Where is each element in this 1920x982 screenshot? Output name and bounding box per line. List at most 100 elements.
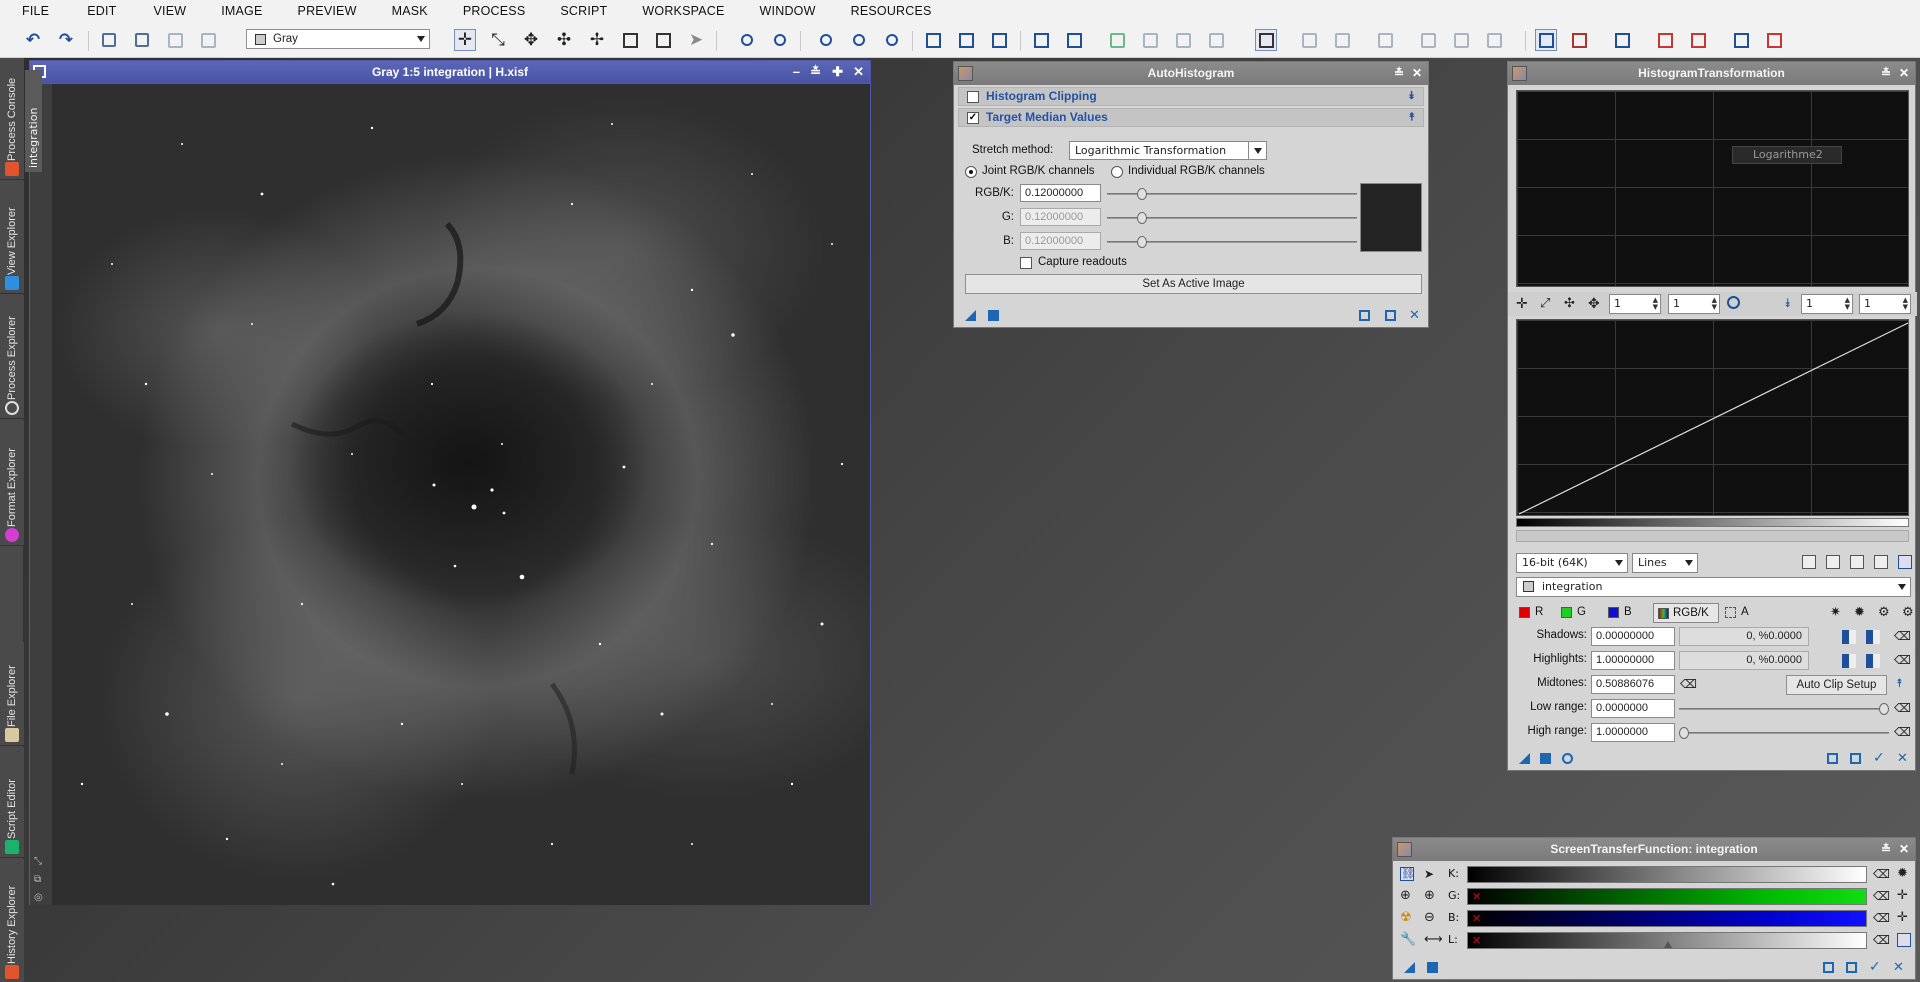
g-channel-bar[interactable]: ✕ bbox=[1467, 888, 1867, 905]
tab-format-explorer[interactable]: Format Explorer bbox=[0, 420, 24, 546]
new-instance-icon[interactable] bbox=[1519, 753, 1530, 764]
transfer-slider-track[interactable] bbox=[1516, 530, 1909, 542]
preview-f-icon[interactable] bbox=[1483, 29, 1505, 51]
display-icon[interactable] bbox=[1897, 933, 1911, 947]
tab-process-explorer[interactable]: Process Explorer bbox=[0, 295, 24, 419]
image-tab-integration[interactable]: integration bbox=[25, 70, 42, 172]
apply-icon[interactable]: ✓ bbox=[1869, 960, 1881, 974]
autohistogram-titlebar[interactable]: AutoHistogram ≛ ✕ bbox=[954, 62, 1428, 85]
low-range-slider[interactable] bbox=[1679, 703, 1889, 715]
k-reset-icon[interactable]: ⌫ bbox=[1873, 867, 1890, 881]
zoom-y2-input[interactable]: 1 ▲ ▼ bbox=[1859, 294, 1911, 314]
apply-icon[interactable]: ✓ bbox=[1873, 751, 1885, 765]
wrench-icon[interactable]: 🔧 bbox=[1400, 933, 1416, 947]
b-marker-icon[interactable]: ✕ bbox=[1472, 912, 1481, 925]
g-slider[interactable] bbox=[1107, 212, 1357, 224]
minimize-icon[interactable]: – bbox=[793, 61, 800, 83]
channel-a[interactable]: A bbox=[1741, 606, 1749, 618]
tab-script-editor[interactable]: Script Editor bbox=[0, 747, 24, 858]
menu-window[interactable]: WINDOW bbox=[736, 4, 827, 18]
menu-view[interactable]: VIEW bbox=[127, 4, 197, 18]
apply-global-icon[interactable] bbox=[1427, 962, 1438, 973]
window-icon[interactable] bbox=[988, 29, 1010, 51]
g-settings-icon[interactable]: ✛ bbox=[1897, 889, 1911, 903]
shade-icon[interactable]: ≛ bbox=[1881, 62, 1891, 85]
midtones-input[interactable]: 0.50886076 bbox=[1591, 675, 1675, 694]
k-settings-icon[interactable]: ✹ bbox=[1897, 867, 1911, 881]
channel-b[interactable]: B bbox=[1624, 606, 1632, 618]
shadows-reset-icon[interactable]: ⌫ bbox=[1894, 629, 1911, 643]
preview-e-icon[interactable] bbox=[1450, 29, 1472, 51]
clipping-checkbox[interactable] bbox=[967, 91, 979, 103]
channel-rgbk[interactable]: RGB/K bbox=[1653, 603, 1719, 623]
highlights-clip-icon[interactable] bbox=[1842, 654, 1856, 668]
zoom-in-icon[interactable]: ⊕ bbox=[1400, 889, 1414, 903]
l-marker-icon[interactable]: ✕ bbox=[1472, 934, 1481, 947]
fit-icon[interactable]: ✢ bbox=[586, 29, 608, 51]
shadows-input[interactable]: 0.00000000 bbox=[1591, 627, 1675, 646]
auto-clip-icon[interactable]: ⯭ bbox=[1896, 676, 1910, 690]
move-icon[interactable]: ✥ bbox=[1588, 297, 1602, 311]
auto-clip-setup-button[interactable]: Auto Clip Setup bbox=[1786, 675, 1887, 695]
open-icon[interactable] bbox=[131, 29, 153, 51]
document-icon[interactable] bbox=[1385, 310, 1396, 321]
display-red-icon[interactable] bbox=[1654, 29, 1676, 51]
g-marker-icon[interactable]: ✕ bbox=[1472, 890, 1481, 903]
tab-file-explorer[interactable]: File Explorer bbox=[0, 642, 24, 746]
star-icon[interactable]: ✷ bbox=[1830, 606, 1844, 620]
menu-file[interactable]: FILE bbox=[0, 4, 60, 18]
fit-window-icon[interactable] bbox=[955, 29, 977, 51]
collapse-icon[interactable]: ⯭ bbox=[1408, 109, 1415, 126]
preview-d-icon[interactable] bbox=[1417, 29, 1439, 51]
apply-global-icon[interactable] bbox=[1540, 753, 1551, 764]
close-icon[interactable]: ✕ bbox=[853, 61, 864, 83]
section-histogram-clipping[interactable]: Histogram Clipping ⯯ bbox=[958, 87, 1424, 106]
plot-curve-icon[interactable] bbox=[1874, 555, 1888, 569]
midtones-gradient[interactable] bbox=[1516, 518, 1909, 527]
b-slider[interactable] bbox=[1107, 236, 1357, 248]
reset-icon[interactable] bbox=[1823, 962, 1834, 973]
resolution-select[interactable]: 16-bit (64K) bbox=[1516, 553, 1628, 573]
maximize-icon[interactable]: ✚ bbox=[832, 61, 843, 83]
input-histogram-plot[interactable]: Logarithme2 bbox=[1516, 90, 1909, 287]
zoom-1-1-icon[interactable] bbox=[848, 29, 870, 51]
b-channel-bar[interactable]: ✕ bbox=[1467, 910, 1867, 927]
section-target-median[interactable]: ✓ Target Median Values ⯭ bbox=[958, 108, 1424, 127]
expand-panel-icon[interactable]: ✕ bbox=[1409, 309, 1420, 322]
zoom-x-input[interactable]: 1 ▲ ▼ bbox=[1609, 294, 1661, 314]
display-red2-icon[interactable] bbox=[1687, 29, 1709, 51]
plot-log-icon[interactable] bbox=[1850, 555, 1864, 569]
mask-remove-icon[interactable] bbox=[1172, 29, 1194, 51]
display-check-icon[interactable] bbox=[1730, 29, 1752, 51]
document-icon[interactable] bbox=[1850, 753, 1861, 764]
readout-icon[interactable]: ✛ bbox=[1516, 297, 1530, 311]
shadows-hist-icon[interactable] bbox=[1866, 630, 1880, 644]
sync-zoom-icon[interactable]: ⯯ bbox=[1784, 296, 1798, 310]
mask-new-icon[interactable] bbox=[1106, 29, 1128, 51]
highlights-reset-icon[interactable]: ⌫ bbox=[1894, 653, 1911, 667]
zoom-out-icon[interactable] bbox=[769, 29, 791, 51]
expand-icon[interactable]: ⯯ bbox=[1408, 88, 1415, 105]
channel-g[interactable]: G bbox=[1577, 606, 1586, 618]
reset-icon[interactable] bbox=[1827, 753, 1838, 764]
channel-select[interactable]: Gray bbox=[246, 29, 430, 49]
zoom-reset-icon[interactable] bbox=[1727, 296, 1740, 309]
edit-preview-icon[interactable] bbox=[652, 29, 674, 51]
display-check2-icon[interactable] bbox=[1763, 29, 1785, 51]
new-preview-icon[interactable] bbox=[619, 29, 641, 51]
view-select[interactable]: integration bbox=[1516, 577, 1911, 597]
g-reset-icon[interactable]: ⌫ bbox=[1873, 889, 1890, 903]
stf-titlebar[interactable]: ScreenTransferFunction: integration ≛ ✕ bbox=[1393, 838, 1915, 861]
low-range-reset-icon[interactable]: ⌫ bbox=[1894, 701, 1911, 715]
pointer-icon[interactable]: ➤ bbox=[685, 29, 707, 51]
mask-select-icon[interactable] bbox=[1139, 29, 1161, 51]
zoom-y-input[interactable]: 1 ▲ ▼ bbox=[1668, 294, 1720, 314]
arrows-icon[interactable]: ⟷ bbox=[1424, 933, 1443, 947]
reset-icon[interactable] bbox=[1359, 310, 1370, 321]
output-histogram-plot[interactable] bbox=[1516, 319, 1909, 516]
apply-global-icon[interactable] bbox=[988, 310, 999, 321]
expand-panel-icon[interactable]: ✕ bbox=[1893, 961, 1904, 974]
target-icon[interactable]: ◎ bbox=[34, 892, 48, 904]
shrink-icon[interactable]: ⤡ bbox=[34, 856, 48, 868]
link-channels-icon[interactable]: ⛓ bbox=[1400, 867, 1415, 881]
